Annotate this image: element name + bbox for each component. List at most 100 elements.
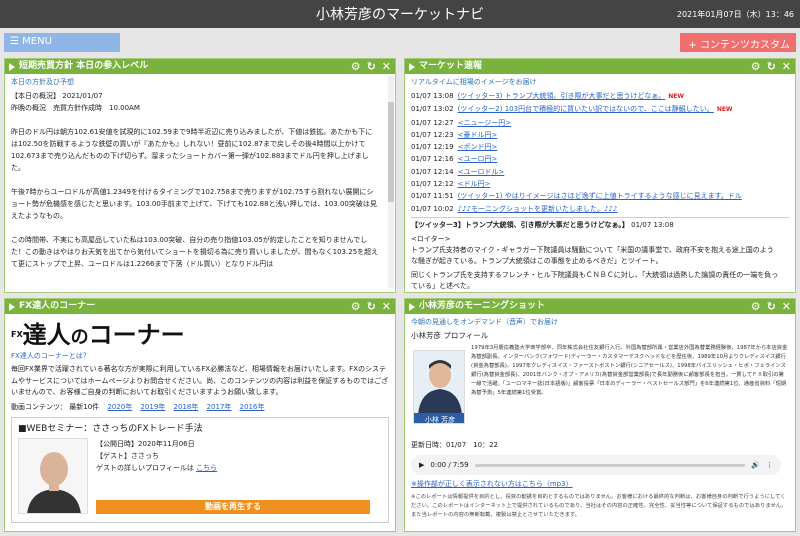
news-link[interactable]: ♪♪♪モーニングショットを更新いたしました。♪♪♪ xyxy=(458,205,618,213)
profile-line: ゲストの詳しいプロフィールは こちら xyxy=(96,464,218,472)
collapse-triangle-icon[interactable] xyxy=(409,63,415,71)
profile-bio: 1979年3月慶応義塾大学商学部卒、同年株式会社住友銀行入行。外国為替部所属・営… xyxy=(471,345,788,396)
panel-subtitle: 今朝の見通しをオンデマンド（音声）でお届け xyxy=(411,318,558,326)
news-time: 01/07 12:12 xyxy=(411,180,454,189)
profile-link[interactable]: こちら xyxy=(196,464,217,472)
top-bar: 小林芳彦のマーケットナビ 2021年01月07日（木）13：46 xyxy=(0,0,800,28)
panel-body: リアルタイムに相場のイメージをお届け 01/07 13:08 (ツイッター3) ト… xyxy=(405,74,795,292)
detail-text-2: 同じくトランプ氏を支持するフレンチ・ヒル下院議員もＣＮＢＣに対し、「大統領は過熱… xyxy=(411,270,779,290)
lead-text: 昨晩の概況 売買方針作成時 10.00AM xyxy=(11,104,140,112)
news-link[interactable]: (ツイッター1) やはりイメージはさほど逸ずに上値トライするような感じに見えます… xyxy=(458,192,742,200)
new-badge: NEW xyxy=(668,93,684,100)
gear-icon[interactable]: ⚙ xyxy=(751,59,761,74)
news-time: 01/07 12:27 xyxy=(411,118,454,127)
news-item[interactable]: 01/07 12:23 <豪ドル円> xyxy=(411,129,779,141)
play-video-button[interactable]: 動画を再生する xyxy=(96,500,370,514)
panel-body: 今朝の見通しをオンデマンド（音声）でお届け 小林芳彦 プロフィール 小林 芳彦 … xyxy=(405,314,795,531)
refresh-icon[interactable]: ↻ xyxy=(367,59,376,74)
year-links: 動画コンテンツ： 最新10件 2020年 2019年 2018年 2017年 2… xyxy=(11,402,389,414)
news-time: 01/07 12:19 xyxy=(411,143,454,152)
audio-player[interactable]: ▶ 0:00 / 7:59 🔊 ⋮ xyxy=(411,455,781,475)
header-datetime: 2021年01月07日（木）13：46 xyxy=(676,10,794,19)
panel-body: FX達人のコーナー FX達人のコーナーとは？ 毎回FX業界で活躍されている著名な… xyxy=(5,314,395,531)
news-item[interactable]: 01/07 12:12 <ドル円> xyxy=(411,178,779,190)
content-label: 動画コンテンツ： xyxy=(11,402,67,411)
news-link[interactable]: <ユーロドル> xyxy=(458,168,505,176)
news-item[interactable]: 01/07 13:02 (ツイッター2) 103円台で積極的に買いたい訳ではないの… xyxy=(411,103,779,116)
disclaimer: ※このレポートは情報提供を目的とし、投資の勧誘を目的とするものではありません。お… xyxy=(411,494,787,518)
news-item[interactable]: 01/07 11:51 (ツイッター1) やはりイメージはさほど逸ずに上値トライす… xyxy=(411,190,779,202)
close-icon[interactable]: ✕ xyxy=(382,59,391,74)
refresh-icon[interactable]: ↻ xyxy=(367,299,376,314)
volume-icon[interactable]: 🔊 xyxy=(751,461,760,469)
news-item[interactable]: 01/07 12:14 <ユーロドル> xyxy=(411,166,779,178)
panel-fx-master: FX達人のコーナー ⚙ ↻ ✕ FX達人のコーナー FX達人のコーナーとは？ 毎… xyxy=(4,298,396,532)
new-badge: NEW xyxy=(716,106,733,114)
news-link[interactable]: <ニュージー円> xyxy=(458,119,512,127)
gear-icon[interactable]: ⚙ xyxy=(751,299,761,314)
panel-title: マーケット速報 xyxy=(419,61,483,71)
panel-subtitle: リアルタイムに相場のイメージをお届け xyxy=(411,78,537,86)
gear-icon[interactable]: ⚙ xyxy=(351,59,361,74)
news-list: 01/07 13:08 (ツイッター3) トランプ大統領、引き際が大事だと思うけど… xyxy=(411,90,789,215)
fx-master-logo: FX達人のコーナー xyxy=(11,320,185,349)
detail-source: <ロイター> xyxy=(411,234,451,243)
news-time: 01/07 12:14 xyxy=(411,167,454,176)
gear-icon[interactable]: ⚙ xyxy=(351,299,361,314)
mp3-link[interactable]: ※操作部が正しく表示されない方はこちら（mp3） xyxy=(411,479,789,489)
detail-time: 01/07 13:08 xyxy=(631,220,674,229)
news-time: 01/07 11:51 xyxy=(411,192,454,201)
play-icon[interactable]: ▶ xyxy=(419,461,424,469)
news-link[interactable]: <ポンド円> xyxy=(458,143,498,151)
collapse-triangle-icon[interactable] xyxy=(9,303,15,311)
detail-title-line: 【ツイッター3】トランプ大統領、引き際が大事だと思うけどなぁ。】 01/07 1… xyxy=(411,220,674,229)
webinar-title: ■WEBセミナー：ささっちのFXトレード手法 xyxy=(18,424,203,434)
content-custom-button[interactable]: + コンテンツカスタム xyxy=(680,33,796,52)
year-link-2019[interactable]: 2019年 xyxy=(140,403,165,411)
year-link-2017[interactable]: 2017年 xyxy=(207,403,232,411)
more-options-icon[interactable]: ⋮ xyxy=(766,461,773,469)
close-icon[interactable]: ✕ xyxy=(382,299,391,314)
news-link[interactable]: <ドル円> xyxy=(458,180,491,188)
panel-header: マーケット速報 ⚙ ↻ ✕ xyxy=(405,59,795,74)
year-link-2020[interactable]: 2020年 xyxy=(107,403,132,411)
menu-label: MENU xyxy=(22,36,52,47)
news-link[interactable]: <豪ドル円> xyxy=(458,131,498,139)
about-link[interactable]: FX達人のコーナーとは？ xyxy=(11,351,389,361)
collapse-triangle-icon[interactable] xyxy=(9,63,15,71)
refresh-icon[interactable]: ↻ xyxy=(767,59,776,74)
close-icon[interactable]: ✕ xyxy=(782,59,791,74)
audio-progress-bar[interactable] xyxy=(474,463,746,467)
webinar-card: ■WEBセミナー：ささっちのFXトレード手法 【公開日時】2020年11月06日… xyxy=(11,417,389,523)
year-link-2018[interactable]: 2018年 xyxy=(174,403,199,411)
collapse-triangle-icon[interactable] xyxy=(409,303,415,311)
news-item[interactable]: 01/07 12:27 <ニュージー円> xyxy=(411,117,779,129)
panel-body: 本日の方針及び予想 【本日の概況】 2021/01/07 昨晩の概況 売買方針作… xyxy=(5,74,395,292)
latest-label: 最新10件 xyxy=(69,402,100,411)
refresh-icon[interactable]: ↻ xyxy=(767,299,776,314)
close-icon[interactable]: ✕ xyxy=(782,299,791,314)
scrollbar-thumb[interactable] xyxy=(388,102,394,202)
menu-button[interactable]: ☰ MENU xyxy=(4,33,120,52)
news-item[interactable]: 01/07 12:19 <ポンド円> xyxy=(411,141,779,153)
news-link[interactable]: <ユーロ円> xyxy=(458,155,498,163)
year-link-2016[interactable]: 2016年 xyxy=(240,403,265,411)
news-time: 01/07 13:08 xyxy=(411,92,454,100)
news-item[interactable]: 01/07 10:02 ♪♪♪モーニングショットを更新いたしました。♪♪♪ xyxy=(411,203,779,215)
held-date: 【公開日時】2020年11月06日 xyxy=(96,440,195,448)
audio-time: 0:00 / 7:59 xyxy=(430,461,469,469)
panel-short-term-strategy: 短期売買方針 本日の参入レベル ⚙ ↻ ✕ 本日の方針及び予想 【本日の概況】 … xyxy=(4,58,396,293)
paragraph-3: この時間帯、不実にも高屋品していた私は103.00突破、自分の売り指値103.0… xyxy=(11,236,379,268)
paragraph-2: 午後7時からユーロドルが高値1.2349を付けるタイミングで102.758まで売… xyxy=(11,188,377,220)
webinar-info: 【公開日時】2020年11月06日 【ゲスト】ささっち ゲストの詳しいプロフィー… xyxy=(96,438,217,474)
news-link[interactable]: (ツイッター2) 103円台で積極的に買いたい訳ではないので、ここは静観したい。 xyxy=(458,105,714,113)
description: 毎回FX業界で活躍されている著名な方が実際に利用しているFX必勝法など、相場情報… xyxy=(11,365,389,396)
content-custom-label: コンテンツカスタム xyxy=(700,40,790,51)
news-item[interactable]: 01/07 12:16 <ユーロ円> xyxy=(411,153,779,165)
guest-name: 【ゲスト】ささっち xyxy=(96,452,159,460)
news-link[interactable]: (ツイッター3) トランプ大統領、引き際が大事だと思うけどなぁ。 xyxy=(458,92,666,100)
profile-name-tag: 小林 芳彦 xyxy=(425,415,455,424)
panel-title: FX達人のコーナー xyxy=(19,301,96,311)
news-item[interactable]: 01/07 13:08 (ツイッター3) トランプ大統領、引き際が大事だと思うけど… xyxy=(411,90,779,103)
news-time: 01/07 12:23 xyxy=(411,130,454,139)
